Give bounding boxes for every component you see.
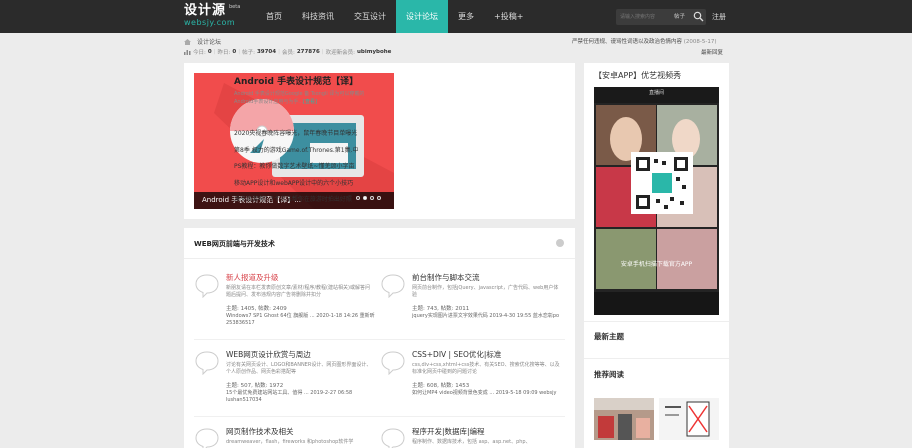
feature-title[interactable]: Android 手表设计规范【译】 bbox=[234, 74, 358, 87]
top-navbar: 设计源 websjy.com beta 首页 科技资讯 交互设计 设计论坛 更多… bbox=[0, 0, 912, 33]
chat-bubble-icon bbox=[195, 428, 219, 448]
board-last-post[interactable]: Windows7 SP1 Ghost 64位 旗舰版 ... 2020-1-18… bbox=[226, 313, 378, 327]
members-count: 277876 bbox=[296, 49, 320, 55]
recommended-title[interactable]: 推荐阅读 bbox=[594, 369, 624, 380]
board-last-post[interactable]: 如何让MP4 video视频背景色变成 ... 2019-5-18 09:09 … bbox=[412, 390, 564, 397]
newest-member[interactable]: ubimybohe bbox=[357, 49, 391, 55]
search-icon[interactable] bbox=[693, 11, 704, 22]
notice-text[interactable]: 严禁任何违规、谩骂性词语以及政治色情内容 bbox=[572, 39, 682, 45]
feature-list-item[interactable]: 漠来旅游啊？7个方法帮你在旅游时拍出好照 bbox=[234, 192, 358, 209]
app-promo-video[interactable]: 直播间 安卓手机扫描下载官方APP bbox=[594, 87, 719, 315]
main-nav: 首页 科技资讯 交互设计 设计论坛 更多 +投稿+ bbox=[256, 0, 533, 33]
today-count: 0 bbox=[207, 49, 212, 55]
newest-member-label: 欢迎新会员: bbox=[325, 50, 355, 56]
chat-bubble-icon bbox=[381, 428, 405, 448]
home-icon[interactable] bbox=[184, 38, 191, 45]
yesterday-label: 昨日: bbox=[217, 50, 231, 56]
search-box: 帖子 bbox=[616, 9, 706, 25]
yesterday-count: 0 bbox=[232, 49, 237, 55]
video-header: 直播间 bbox=[648, 90, 664, 96]
sidebar-video-title[interactable]: 【安卓APP】优艺视频秀 bbox=[594, 70, 681, 81]
divider bbox=[584, 358, 729, 359]
board-name[interactable]: 网页制作技术及相关 bbox=[226, 426, 294, 437]
board-count: 主题: 1405, 帖数: 2409 bbox=[226, 306, 287, 312]
search-scope-select[interactable]: 帖子 bbox=[674, 12, 685, 20]
app-promo-illustration bbox=[594, 87, 719, 315]
divider bbox=[584, 321, 729, 322]
site-logo[interactable]: 设计源 websjy.com beta bbox=[184, 3, 240, 28]
chat-bubble-icon bbox=[195, 351, 219, 375]
board-desc: 网页前台制作，包括jQuery、javascript，广告代码、web用户体验 bbox=[412, 285, 559, 298]
board-count: 主题: 743, 帖数: 2011 bbox=[412, 306, 470, 312]
divider bbox=[194, 339, 565, 340]
divider bbox=[184, 258, 575, 259]
notice-date: (2008-5-17) bbox=[683, 39, 717, 45]
chat-bubble-icon bbox=[381, 274, 405, 298]
feature-list-item[interactable]: PS教程：教你做数字艺术壁纸~懂羌颂小字亩 bbox=[234, 159, 358, 176]
divider bbox=[194, 416, 565, 417]
register-link[interactable]: 注册 bbox=[712, 12, 726, 22]
feature-desc: Android 手表设计规范Google 备 Tsongli 译为可以穿戴的An… bbox=[234, 90, 366, 106]
slide-dots bbox=[356, 196, 381, 200]
nav-more[interactable]: 更多 bbox=[448, 0, 484, 33]
logo-beta: beta bbox=[229, 4, 241, 10]
today-label: 今日: bbox=[193, 50, 206, 56]
nav-home[interactable]: 首页 bbox=[256, 0, 292, 33]
logo-en: websjy.com bbox=[184, 18, 236, 27]
board-desc: 程序制作、数据库技术，包括 asp、asp.net、php、 bbox=[412, 439, 531, 445]
board-desc: 讨论有关网页设计、LOGO和BANNER设计、网页图形界面设计、个人原创作品、网… bbox=[226, 362, 372, 375]
chat-bubble-icon bbox=[381, 351, 405, 375]
collapse-icon[interactable] bbox=[556, 239, 564, 247]
feature-list: 2020央视春晚阵容曝光，鼠年春晚节目单曝光 第8季 权力的游戏Game.of.… bbox=[234, 126, 358, 209]
feature-list-item[interactable]: 2020央视春晚阵容曝光，鼠年春晚节目单曝光 bbox=[234, 126, 358, 143]
board-name[interactable]: 前台制作与脚本交流 bbox=[412, 272, 480, 283]
board-name[interactable]: CSS+DIV | SEO优化|标准 bbox=[412, 349, 501, 360]
board-count: 主题: 507, 帖数: 1972 bbox=[226, 383, 284, 389]
posts-label: 帖子: bbox=[242, 50, 255, 56]
feature-list-item[interactable]: 移动APP设计和webAPP设计中的六个小技巧 bbox=[234, 176, 358, 193]
chat-bubble-icon bbox=[195, 274, 219, 298]
forum-stats: 今日: 0 | 昨日: 0 | 帖子: 39704 | 会员: 277876 | 欢迎新… bbox=[184, 48, 391, 56]
board-name[interactable]: 程序开发|数据库|编程 bbox=[412, 426, 485, 437]
members-label: 会员: bbox=[281, 50, 295, 56]
breadcrumb-current[interactable]: 设计论坛 bbox=[197, 37, 221, 46]
posts-count: 39704 bbox=[256, 49, 277, 55]
board-count: 主题: 608, 帖数: 1453 bbox=[412, 383, 470, 389]
forum-section-title[interactable]: WEB网页前端与开发技术 bbox=[194, 239, 275, 249]
board-name[interactable]: WEB网页设计欣赏与周边 bbox=[226, 349, 311, 360]
board-desc: css,div+css,xhtml+css技术、有关SEO、搜索优化搜等等、以及… bbox=[412, 362, 560, 375]
new-topics-title[interactable]: 最新主题 bbox=[594, 331, 624, 342]
video-caption: 安卓手机扫描下载官方APP bbox=[620, 261, 693, 268]
sidebar: 【安卓APP】优艺视频秀 直播间 安卓手机扫描下载官方APP 最新主题 推荐阅读 bbox=[584, 63, 729, 448]
recommended-thumb-illustration bbox=[665, 401, 710, 437]
nav-interaction-design[interactable]: 交互设计 bbox=[344, 0, 396, 33]
slide-dot-active[interactable] bbox=[363, 196, 367, 200]
latest-reply-link[interactable]: 最新回复 bbox=[701, 48, 723, 56]
notice[interactable]: 严禁任何违规、谩骂性词语以及政治色情内容 (2008-5-17) bbox=[572, 37, 717, 45]
feature-desc-text: Android 手表设计规范Google 备 Tsongli 译为可以穿戴的An… bbox=[234, 91, 365, 105]
board-desc: 新朋友请在本栏发表原创文章/素材/程序/教程(建站相关)或解答问题后提问、发布违… bbox=[226, 285, 370, 298]
board-name[interactable]: 新人报道及升级 bbox=[226, 272, 279, 283]
recommended-thumb[interactable] bbox=[594, 398, 654, 440]
nav-submit[interactable]: +投稿+ bbox=[484, 0, 533, 33]
board-last-post[interactable]: jquery实现图片进票文字效果代码 2019-4-30 19:55 蓝水恋彰p… bbox=[412, 313, 564, 320]
board-last-post[interactable]: 15个最优免费建站网站工具、值得 ... 2019-2-27 06:58 lus… bbox=[226, 390, 378, 404]
logo-cn: 设计源 bbox=[184, 3, 227, 18]
recommended-thumb[interactable] bbox=[659, 398, 719, 440]
feature-more-link[interactable]: [查看] bbox=[303, 99, 317, 105]
forum-section: WEB网页前端与开发技术 新人报道及升级 新朋友请在本栏发表原创文章/素材/程序… bbox=[184, 228, 575, 448]
board-desc: dreamweaver，flash，fireworks 和photoshop软件… bbox=[226, 439, 354, 445]
feature-list-item[interactable]: 第8季 权力的游戏Game.of.Thrones.第1集.中 bbox=[234, 143, 358, 160]
nav-tech-news[interactable]: 科技资讯 bbox=[292, 0, 344, 33]
slide-dot[interactable] bbox=[377, 196, 381, 200]
nav-design-forum[interactable]: 设计论坛 bbox=[396, 0, 448, 33]
slide-dot[interactable] bbox=[370, 196, 374, 200]
breadcrumb: 设计论坛 bbox=[184, 37, 221, 46]
search-input[interactable] bbox=[620, 11, 670, 23]
stats-icon bbox=[184, 50, 191, 55]
